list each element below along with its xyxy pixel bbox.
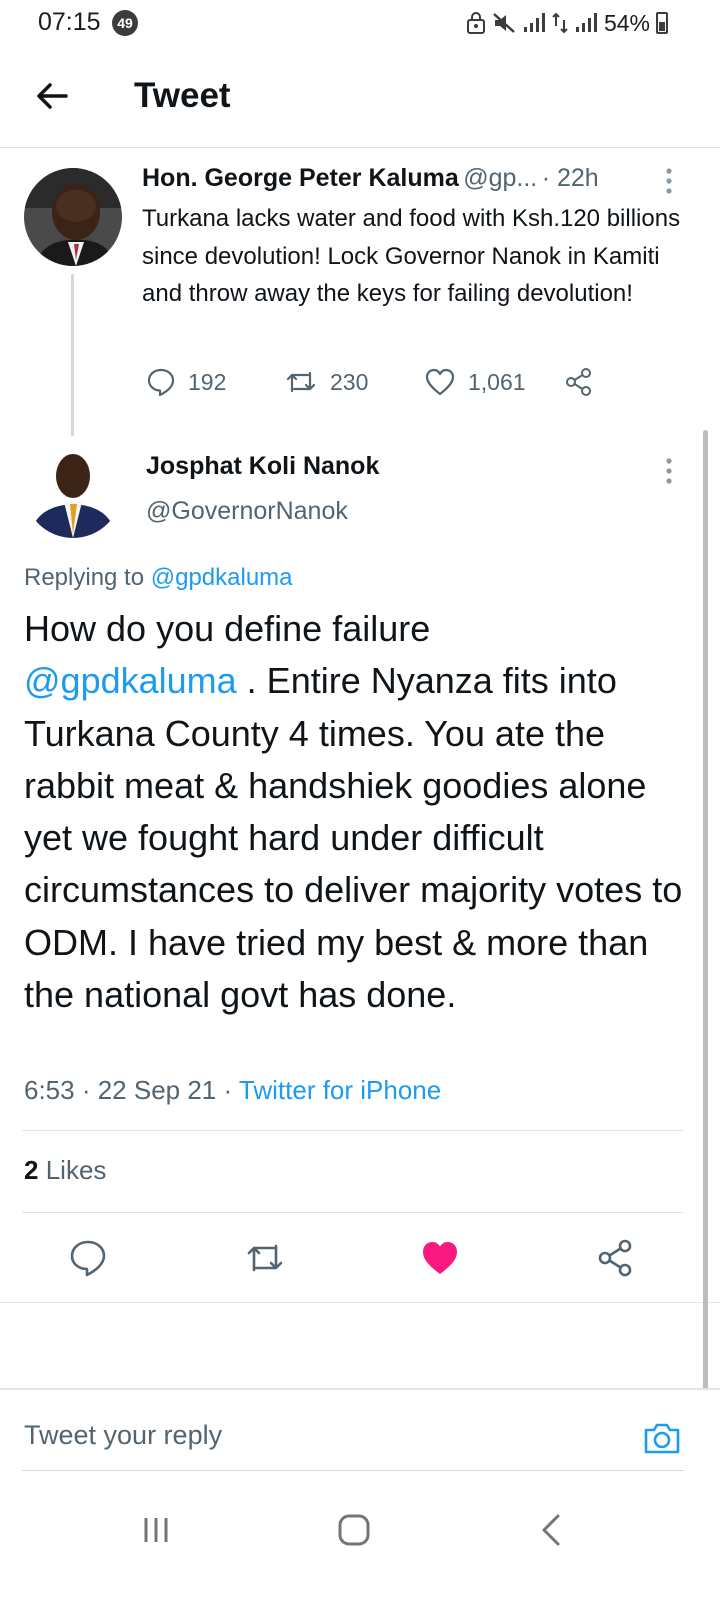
reply-count: 192 [188, 368, 227, 395]
status-icons: 54% [466, 10, 668, 36]
heart-outline-icon [425, 368, 455, 396]
tweet-mention[interactable]: @gpdkaluma [24, 660, 237, 701]
tweet-meta: 6:53 · 22 Sep 21 · Twitter for iPhone [24, 1075, 441, 1106]
retweet-icon [286, 371, 316, 393]
like-action[interactable]: 1,061 [424, 362, 526, 402]
reply-composer[interactable]: Tweet your reply [0, 1388, 720, 1472]
retweet-icon[interactable] [244, 1238, 284, 1278]
system-nav-bar [0, 1480, 720, 1600]
main-avatar[interactable] [24, 440, 122, 538]
main-display-name[interactable]: Josphat Koli Nanok [146, 452, 379, 481]
reply-action[interactable]: 192 [146, 362, 226, 402]
status-time: 07:15 [38, 8, 101, 36]
parent-action-row: 192 230 1,061 [142, 362, 612, 402]
tweet-text-rest: . Entire Nyanza fits into Turkana County… [24, 660, 683, 1016]
camera-icon[interactable] [642, 1418, 682, 1458]
divider [22, 1212, 684, 1213]
signal-icon-2 [575, 13, 597, 32]
share-action[interactable] [564, 362, 594, 402]
parent-handle[interactable]: @gp... [463, 164, 537, 192]
lock-icon [466, 12, 485, 34]
share-icon[interactable] [596, 1238, 636, 1278]
more-vertical-icon[interactable] [664, 456, 674, 486]
divider [0, 1302, 720, 1303]
reply-icon [147, 368, 175, 397]
replying-prefix: Replying to [24, 564, 145, 591]
home-icon[interactable] [332, 1508, 376, 1552]
arrow-left-icon [37, 83, 68, 109]
parent-tweet-text: Turkana lacks water and food with Ksh.12… [142, 205, 681, 307]
tweet-source[interactable]: Twitter for iPhone [239, 1075, 441, 1105]
likes-label: Likes [45, 1155, 107, 1185]
main-handle[interactable]: @GovernorNanok [146, 497, 348, 526]
battery-icon [656, 12, 668, 34]
battery-percent: 54% [603, 9, 650, 36]
likes-summary[interactable]: 2 Likes [24, 1155, 106, 1186]
retweet-action[interactable]: 230 [284, 362, 368, 402]
retweet-count: 230 [330, 368, 369, 395]
divider [22, 1130, 684, 1131]
replying-to-line: Replying to @gpdkaluma [24, 564, 293, 592]
main-action-bar [0, 1232, 720, 1284]
notification-count-badge: 49 [112, 10, 138, 36]
avatar-image [24, 168, 122, 266]
recent-apps-icon[interactable] [134, 1508, 178, 1552]
more-vertical-icon[interactable] [664, 166, 674, 196]
parent-display-name[interactable]: Hon. George Peter Kaluma [142, 164, 459, 192]
reply-underline [22, 1470, 684, 1471]
main-tweet-text: How do you define failure @gpdkaluma . E… [24, 603, 696, 1021]
reply-input[interactable]: Tweet your reply [24, 1420, 222, 1451]
thread-line [71, 274, 74, 436]
tweet-text-line1: How do you define failure [24, 608, 431, 649]
back-button[interactable] [30, 74, 74, 118]
tweet-timestamp: 6:53 · 22 Sep 21 · [24, 1075, 239, 1105]
likes-count: 2 [24, 1155, 39, 1185]
mute-icon [493, 13, 515, 33]
parent-author-row[interactable]: Hon. George Peter Kaluma @gp... · 22h [142, 164, 682, 198]
replying-to-mention[interactable]: @gpdkaluma [151, 564, 293, 591]
status-bar: 07:15 49 54% [0, 0, 720, 46]
parent-time: · 22h [541, 164, 599, 192]
reply-icon[interactable] [68, 1238, 108, 1278]
data-arrows-icon [552, 12, 568, 34]
avatar-image [24, 440, 122, 538]
scrollbar[interactable] [703, 430, 708, 1390]
page-title: Tweet [134, 76, 231, 115]
like-count: 1,061 [468, 368, 526, 395]
heart-filled-icon[interactable] [420, 1238, 460, 1278]
back-nav-icon[interactable] [530, 1508, 574, 1552]
parent-avatar[interactable] [24, 168, 122, 266]
signal-icon [523, 13, 545, 32]
top-bar: Tweet [0, 46, 720, 148]
share-icon [566, 368, 591, 396]
